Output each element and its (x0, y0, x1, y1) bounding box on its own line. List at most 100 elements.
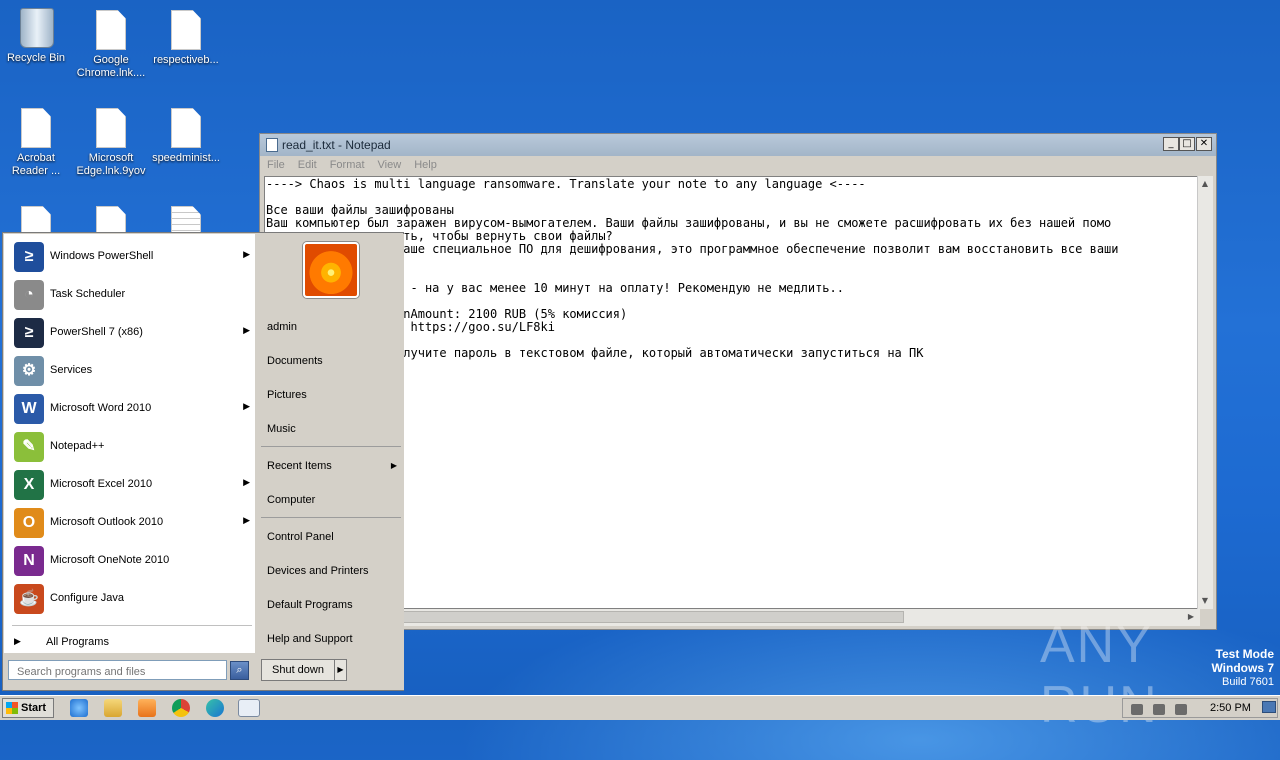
scroll-up-icon[interactable]: ▲ (1198, 177, 1212, 191)
show-desktop-icon[interactable] (1262, 701, 1276, 713)
program-item-onenote[interactable]: N Microsoft OneNote 2010 (12, 544, 252, 578)
close-button[interactable]: ✕ (1196, 137, 1212, 151)
text-editor-area[interactable]: ----> Chaos is multi language ransomware… (264, 176, 1200, 609)
menu-view[interactable]: View (371, 156, 408, 171)
folder-icon[interactable] (104, 699, 122, 717)
program-label: Microsoft Word 2010 (50, 402, 152, 414)
link-pictures[interactable]: Pictures (267, 389, 307, 401)
program-item-notepadpp[interactable]: ✎ Notepad++ (12, 430, 252, 464)
internet-explorer-icon[interactable] (70, 699, 88, 717)
desktop-icon-recycle-bin[interactable]: Recycle Bin (0, 8, 72, 65)
program-item-clock[interactable]: ◔ Task Scheduler (12, 278, 252, 312)
program-item-powershell7[interactable]: ≥ PowerShell 7 (x86) ▶ (12, 316, 252, 350)
program-label: Microsoft Outlook 2010 (50, 516, 164, 528)
search-programs-input[interactable] (8, 660, 227, 680)
notepadpp-icon: ✎ (14, 432, 44, 462)
chevron-right-icon: ▶ (243, 477, 250, 487)
link-recent-items[interactable]: Recent Items ▶ (267, 460, 397, 472)
scroll-down-icon[interactable]: ▼ (1198, 594, 1212, 608)
program-item-powershell[interactable]: ≥ Windows PowerShell ▶ (12, 240, 252, 274)
desktop-icon-speedminist[interactable]: speedminist... (150, 108, 222, 165)
ransom-note-text: ----> Chaos is multi language ransomware… (266, 177, 1119, 360)
desktop-icon-acrobat-reader[interactable]: Acrobat Reader ... (0, 108, 72, 178)
user-avatar[interactable] (303, 242, 359, 298)
desktop-icon-label: Google Chrome.lnk.... (76, 54, 146, 79)
notepad-titlebar[interactable]: read_it.txt - Notepad _ □ ✕ (260, 134, 1216, 156)
file-icon (21, 108, 51, 148)
minimize-button[interactable]: _ (1163, 137, 1179, 151)
menu-edit[interactable]: Edit (291, 156, 323, 171)
media-player-icon[interactable] (138, 699, 156, 717)
program-label: Windows PowerShell (50, 250, 154, 262)
chrome-icon[interactable] (172, 699, 190, 717)
desktop-icon-label: speedminist... (152, 152, 220, 164)
program-item-excel[interactable]: X Microsoft Excel 2010 ▶ (12, 468, 252, 502)
maximize-button[interactable]: □ (1179, 137, 1195, 151)
desktop-icon-microsoft-edge[interactable]: Microsoft Edge.lnk.9yov (75, 108, 147, 178)
link-computer[interactable]: Computer (267, 494, 315, 506)
powershell7-icon: ≥ (14, 318, 44, 348)
all-programs-label: All Programs (46, 636, 109, 648)
excel-icon: X (14, 470, 44, 500)
notepad-taskbar-icon[interactable] (238, 699, 260, 717)
link-admin[interactable]: admin (267, 321, 297, 333)
recycle-bin-icon (20, 8, 54, 48)
search-icon[interactable]: ⌕ (230, 661, 249, 680)
flag-icon[interactable] (1175, 704, 1187, 715)
shutdown-button[interactable]: Shut down (261, 659, 335, 681)
program-label: Configure Java (50, 592, 124, 604)
network-icon[interactable] (1153, 704, 1165, 715)
desktop-icon-respectiveb[interactable]: respectiveb... (150, 10, 222, 67)
speaker-icon[interactable] (1131, 704, 1143, 715)
chevron-right-icon: ▶ (243, 325, 250, 335)
link-default-programs[interactable]: Default Programs (267, 599, 353, 611)
desktop-icon-label: Recycle Bin (6, 52, 66, 64)
chevron-right-icon: ▶ (243, 401, 250, 411)
start-button[interactable]: Start (2, 698, 54, 718)
program-item-outlook[interactable]: O Microsoft Outlook 2010 ▶ (12, 506, 252, 540)
gears-icon: ⚙ (14, 356, 44, 386)
outlook-icon: O (14, 508, 44, 538)
clock[interactable]: 2:50 PM (1210, 702, 1251, 714)
taskbar: Start 2:50 PM (0, 695, 1280, 720)
link-music[interactable]: Music (267, 423, 296, 435)
menu-help[interactable]: Help (407, 156, 443, 171)
separator (261, 517, 401, 518)
menu-file[interactable]: File (260, 156, 291, 171)
separator (12, 625, 252, 626)
powershell-icon: ≥ (14, 242, 44, 272)
start-menu-places-pane: admin Documents Pictures Music Recent It… (257, 234, 404, 690)
program-item-gears[interactable]: ⚙ Services (12, 354, 252, 388)
link-help-and-support[interactable]: Help and Support (267, 633, 353, 645)
start-label: Start (21, 702, 47, 714)
menu-format[interactable]: Format (323, 156, 371, 171)
program-label: Microsoft Excel 2010 (50, 478, 153, 490)
desktop-icon-google-chrome[interactable]: Google Chrome.lnk.... (75, 10, 147, 80)
chevron-right-icon: ▶ (14, 636, 21, 646)
clock-icon: ◔ (14, 280, 44, 310)
file-icon (96, 108, 126, 148)
shutdown-options-button[interactable]: ▶ (335, 659, 347, 681)
separator (261, 446, 401, 447)
system-tray (1122, 698, 1278, 718)
desktop-icon-label: respectiveb... (153, 54, 219, 66)
test-mode-line2: Windows 7 (1211, 661, 1274, 675)
file-icon (171, 10, 201, 50)
window-title: read_it.txt - Notepad (282, 138, 391, 152)
test-mode-line1: Test Mode (1215, 647, 1274, 661)
word-icon: W (14, 394, 44, 424)
all-programs-button[interactable]: ▶ All Programs (12, 634, 252, 652)
program-item-java[interactable]: ☕ Configure Java (12, 582, 252, 616)
program-label: Microsoft OneNote 2010 (50, 554, 170, 566)
link-documents[interactable]: Documents (267, 355, 323, 367)
vertical-scrollbar[interactable]: ▲ ▼ (1197, 176, 1213, 609)
chevron-right-icon: ▶ (243, 249, 250, 259)
link-devices-and-printers[interactable]: Devices and Printers (267, 565, 369, 577)
start-menu-programs-pane: ≥ Windows PowerShell ▶ ◔ Task Scheduler ≥ Powe… (4, 234, 255, 653)
edge-icon[interactable] (206, 699, 224, 717)
program-item-word[interactable]: W Microsoft Word 2010 ▶ (12, 392, 252, 426)
link-control-panel[interactable]: Control Panel (267, 531, 334, 543)
program-label: Notepad++ (50, 440, 105, 452)
file-icon (171, 108, 201, 148)
recent-items-label: Recent Items (267, 460, 332, 472)
